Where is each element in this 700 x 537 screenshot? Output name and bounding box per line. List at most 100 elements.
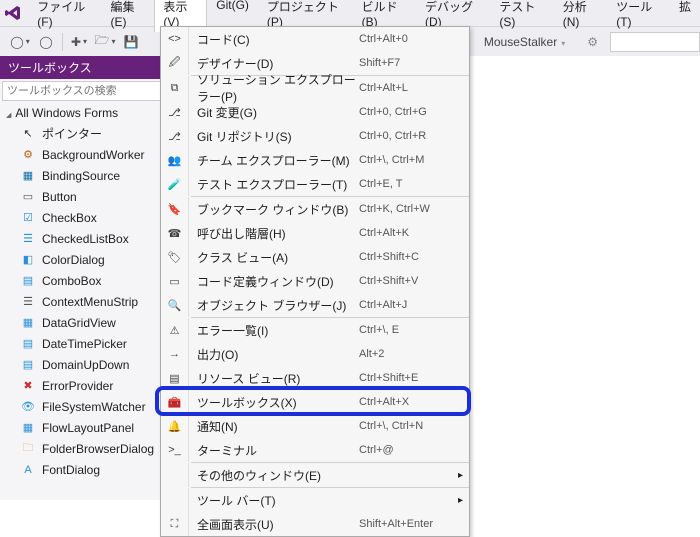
menu-item-icon: ⛶: [161, 512, 189, 536]
toolbox-item-fontdialog[interactable]: A FontDialog: [0, 459, 174, 480]
menu-item[interactable]: 👥チーム エクスプローラー(M)Ctrl+\, Ctrl+M: [161, 148, 469, 172]
new-item-button[interactable]: ✚: [69, 32, 89, 52]
domainupdown-icon: ▤: [20, 357, 36, 373]
menu-item[interactable]: 🧪テスト エクスプローラー(T)Ctrl+E, T: [161, 172, 469, 196]
button-icon: ▭: [20, 189, 36, 205]
menu-item-icon: ▤: [161, 366, 189, 390]
menu-item[interactable]: >_ターミナルCtrl+@: [161, 438, 469, 462]
toolbox-item-backgroundworker[interactable]: ⚙BackgroundWorker: [0, 144, 174, 165]
menu-item-icon: ⧉: [161, 76, 189, 100]
toolbox-item-errorprovider[interactable]: ✖ErrorProvider: [0, 375, 174, 396]
menu-item[interactable]: 🏷クラス ビュー(A)Ctrl+Shift+C: [161, 245, 469, 269]
menu-item-8[interactable]: 分析(N): [554, 0, 607, 32]
toolbox-item-label: ErrorProvider: [42, 379, 113, 393]
menu-item-label: チーム エクスプローラー(M): [189, 152, 359, 169]
menu-item-label: エラー一覧(I): [189, 322, 359, 339]
toolbox-item-combobox[interactable]: ▤ComboBox: [0, 270, 174, 291]
toolbox-item-label: DataGridView: [42, 316, 116, 330]
menu-item-shortcut: Ctrl+Alt+L: [359, 82, 469, 94]
toolbox-item-datagridview[interactable]: ▦ DataGridView: [0, 312, 174, 333]
menu-item-icon: 🧰: [161, 390, 189, 414]
menu-item[interactable]: ▭コード定義ウィンドウ(D)Ctrl+Shift+V: [161, 269, 469, 293]
menu-item[interactable]: 🔍オブジェクト ブラウザー(J)Ctrl+Alt+J: [161, 293, 469, 317]
toolbox-search-input[interactable]: [7, 85, 127, 97]
toolbox-title: ツールボックス: [0, 56, 174, 79]
menu-item[interactable]: ▤リソース ビュー(R)Ctrl+Shift+E: [161, 366, 469, 390]
menu-item-7[interactable]: テスト(S): [490, 0, 553, 32]
menu-item-shortcut: Alt+2: [359, 348, 469, 360]
menu-item-icon: 🔍: [161, 293, 189, 317]
toolbox-search[interactable]: ✕: [2, 81, 172, 101]
menu-item[interactable]: ⚠エラー一覧(I)Ctrl+\, E: [161, 318, 469, 342]
checkbox-icon: ☑: [20, 210, 36, 226]
toolbox-item-checkedlistbox[interactable]: ☰CheckedListBox: [0, 228, 174, 249]
colordialog-icon: ◧: [20, 252, 36, 268]
menu-item-icon: 🏷: [161, 245, 189, 269]
gear-icon[interactable]: [579, 33, 598, 51]
fontdialog-icon: A: [20, 462, 36, 478]
menu-item[interactable]: 🧰ツールボックス(X)Ctrl+Alt+X: [161, 390, 469, 414]
menu-item-shortcut: Ctrl+Alt+K: [359, 227, 469, 239]
menu-item-shortcut: Ctrl+\, E: [359, 324, 469, 336]
toolbox-item-button[interactable]: ▭ Button: [0, 186, 174, 207]
toolbox-item-contextmenustrip[interactable]: ☰ ContextMenuStrip: [0, 291, 174, 312]
backgroundworker-icon: ⚙: [20, 147, 36, 163]
menu-item-0[interactable]: ファイル(F): [28, 0, 101, 32]
toolbox-item-datetimepicker[interactable]: ▤DateTimePicker: [0, 333, 174, 354]
toolbox-item-label: FolderBrowserDialog: [42, 442, 154, 456]
config-dropdown[interactable]: MouseStalker: [484, 35, 565, 49]
menu-item-icon: 🧪: [161, 172, 189, 196]
toolbox-item-label: ContextMenuStrip: [42, 295, 138, 309]
open-button[interactable]: 🗁: [95, 32, 115, 52]
save-button[interactable]: 💾: [121, 32, 141, 52]
menu-item-label: コード定義ウィンドウ(D): [189, 273, 359, 290]
toolbox-item-colordialog[interactable]: ◧ColorDialog: [0, 249, 174, 270]
menu-item[interactable]: ⎇Git リポジトリ(S)Ctrl+0, Ctrl+R: [161, 124, 469, 148]
toolbox-item-domainupdown[interactable]: ▤DomainUpDown: [0, 354, 174, 375]
nav-fwd-button[interactable]: ◯: [36, 32, 56, 52]
toolbox-item-checkbox[interactable]: ☑CheckBox: [0, 207, 174, 228]
menu-item-icon: 🔔: [161, 414, 189, 438]
toolbox-item-label: FontDialog: [42, 463, 100, 477]
toolbox-item-bindingsource[interactable]: ▦ BindingSource: [0, 165, 174, 186]
toolbox-panel: ツールボックス ✕ All Windows Forms ↖ポインター⚙Backg…: [0, 56, 175, 500]
menu-item[interactable]: ☎呼び出し階層(H)Ctrl+Alt+K: [161, 221, 469, 245]
menu-item-shortcut: Ctrl+Shift+E: [359, 372, 469, 384]
menu-item-10[interactable]: 拡: [670, 0, 700, 32]
toolbox-item-flowlayoutpanel[interactable]: ▦FlowLayoutPanel: [0, 417, 174, 438]
menu-item-9[interactable]: ツール(T): [607, 0, 670, 32]
toolbox-item-label: FileSystemWatcher: [42, 400, 146, 414]
menu-item[interactable]: →出力(O)Alt+2: [161, 342, 469, 366]
menu-item-icon: ⎇: [161, 124, 189, 148]
menu-item-shortcut: Shift+F7: [359, 57, 469, 69]
menu-item-label: オブジェクト ブラウザー(J): [189, 297, 359, 314]
menu-item[interactable]: <>コード(C)Ctrl+Alt+0: [161, 27, 469, 51]
menu-item-label: デザイナー(D): [189, 55, 359, 72]
datagridview-icon: ▦: [20, 315, 36, 331]
bindingsource-icon: ▦: [20, 168, 36, 184]
toolbox-item-label: FlowLayoutPanel: [42, 421, 134, 435]
contextmenustrip-icon: ☰: [20, 294, 36, 310]
toolbox-group-header[interactable]: All Windows Forms: [0, 103, 174, 123]
menu-item[interactable]: ⛶全画面表示(U)Shift+Alt+Enter: [161, 512, 469, 536]
menu-item-icon: <>: [161, 27, 189, 51]
toolbox-item-pointer[interactable]: ↖ポインター: [0, 123, 174, 144]
menu-item-1[interactable]: 編集(E): [102, 0, 155, 32]
toolbox-item-label: DateTimePicker: [42, 337, 127, 351]
menu-item[interactable]: ツール バー(T): [161, 488, 469, 512]
menu-item-shortcut: Ctrl+\, Ctrl+N: [359, 420, 469, 432]
toolbox-item-label: Button: [42, 190, 77, 204]
menu-item-shortcut: Ctrl+Shift+V: [359, 275, 469, 287]
toolbox-item-label: BindingSource: [42, 169, 120, 183]
menu-item[interactable]: 🔖ブックマーク ウィンドウ(B)Ctrl+K, Ctrl+W: [161, 197, 469, 221]
menu-item[interactable]: その他のウィンドウ(E): [161, 463, 469, 487]
search-input[interactable]: [610, 32, 700, 52]
toolbox-item-filesystemwatcher[interactable]: 👁FileSystemWatcher: [0, 396, 174, 417]
nav-back-button[interactable]: ◯: [10, 32, 30, 52]
menu-item-shortcut: Ctrl+K, Ctrl+W: [359, 203, 469, 215]
menu-item[interactable]: ⧉ソリューション エクスプローラー(P)Ctrl+Alt+L: [161, 76, 469, 100]
toolbox-item-label: ポインター: [42, 125, 102, 142]
toolbox-item-folderbrowserdialog[interactable]: 🗀FolderBrowserDialog: [0, 438, 174, 459]
menu-item[interactable]: 🔔通知(N)Ctrl+\, Ctrl+N: [161, 414, 469, 438]
menu-item[interactable]: ⎇Git 変更(G)Ctrl+0, Ctrl+G: [161, 100, 469, 124]
